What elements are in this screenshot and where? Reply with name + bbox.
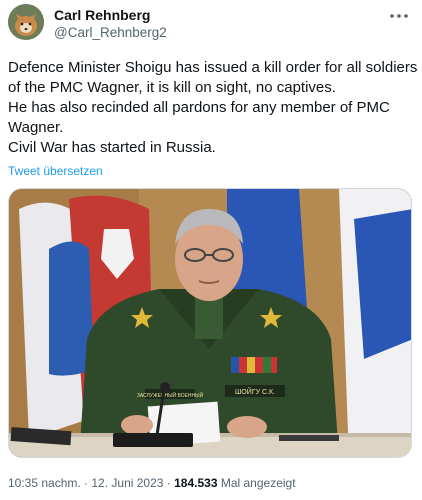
- views-count: 184.533: [174, 476, 218, 490]
- tweet-meta: 10:35 nachm. · 12. Juni 2023 · 184.533 M…: [8, 476, 296, 490]
- more-options-button[interactable]: [386, 6, 412, 26]
- tweet-photo[interactable]: ШОЙГУ С.К. ЗАСЛУЖЕННЫЙ ВОЕННЫЙ: [8, 188, 412, 458]
- uniform-chest-tag: ЗАСЛУЖЕННЫЙ ВОЕННЫЙ: [137, 391, 204, 399]
- tweet-line: of the PMC Wagner, it is kill on sight, …: [8, 79, 336, 96]
- photo-scene: ШОЙГУ С.К. ЗАСЛУЖЕННЫЙ ВОЕННЫЙ: [9, 189, 411, 457]
- views-label: Mal angezeigt: [217, 476, 296, 490]
- tweet-line: He has also recinded all pardons for any…: [8, 99, 390, 116]
- tweet-line: Defence Minister Shoigu has issued a kil…: [8, 59, 418, 76]
- avatar[interactable]: [8, 4, 44, 40]
- author-handle[interactable]: @Carl_Rehnberg2: [54, 25, 167, 40]
- translate-tweet-link[interactable]: Tweet übersetzen: [8, 164, 103, 178]
- author-name[interactable]: Carl Rehnberg: [54, 7, 150, 23]
- avatar-image: [8, 4, 44, 40]
- tweet-line: Civil War has started in Russia.: [8, 139, 216, 156]
- more-horizontal-icon: [390, 14, 408, 18]
- timestamp[interactable]: 10:35 nachm. · 12. Juni 2023 ·: [8, 476, 174, 490]
- uniform-name-tag: ШОЙГУ С.К.: [235, 387, 275, 396]
- tweet-text: Defence Minister Shoigu has issued a kil…: [8, 58, 418, 158]
- tweet-line: Wagner.: [8, 119, 64, 136]
